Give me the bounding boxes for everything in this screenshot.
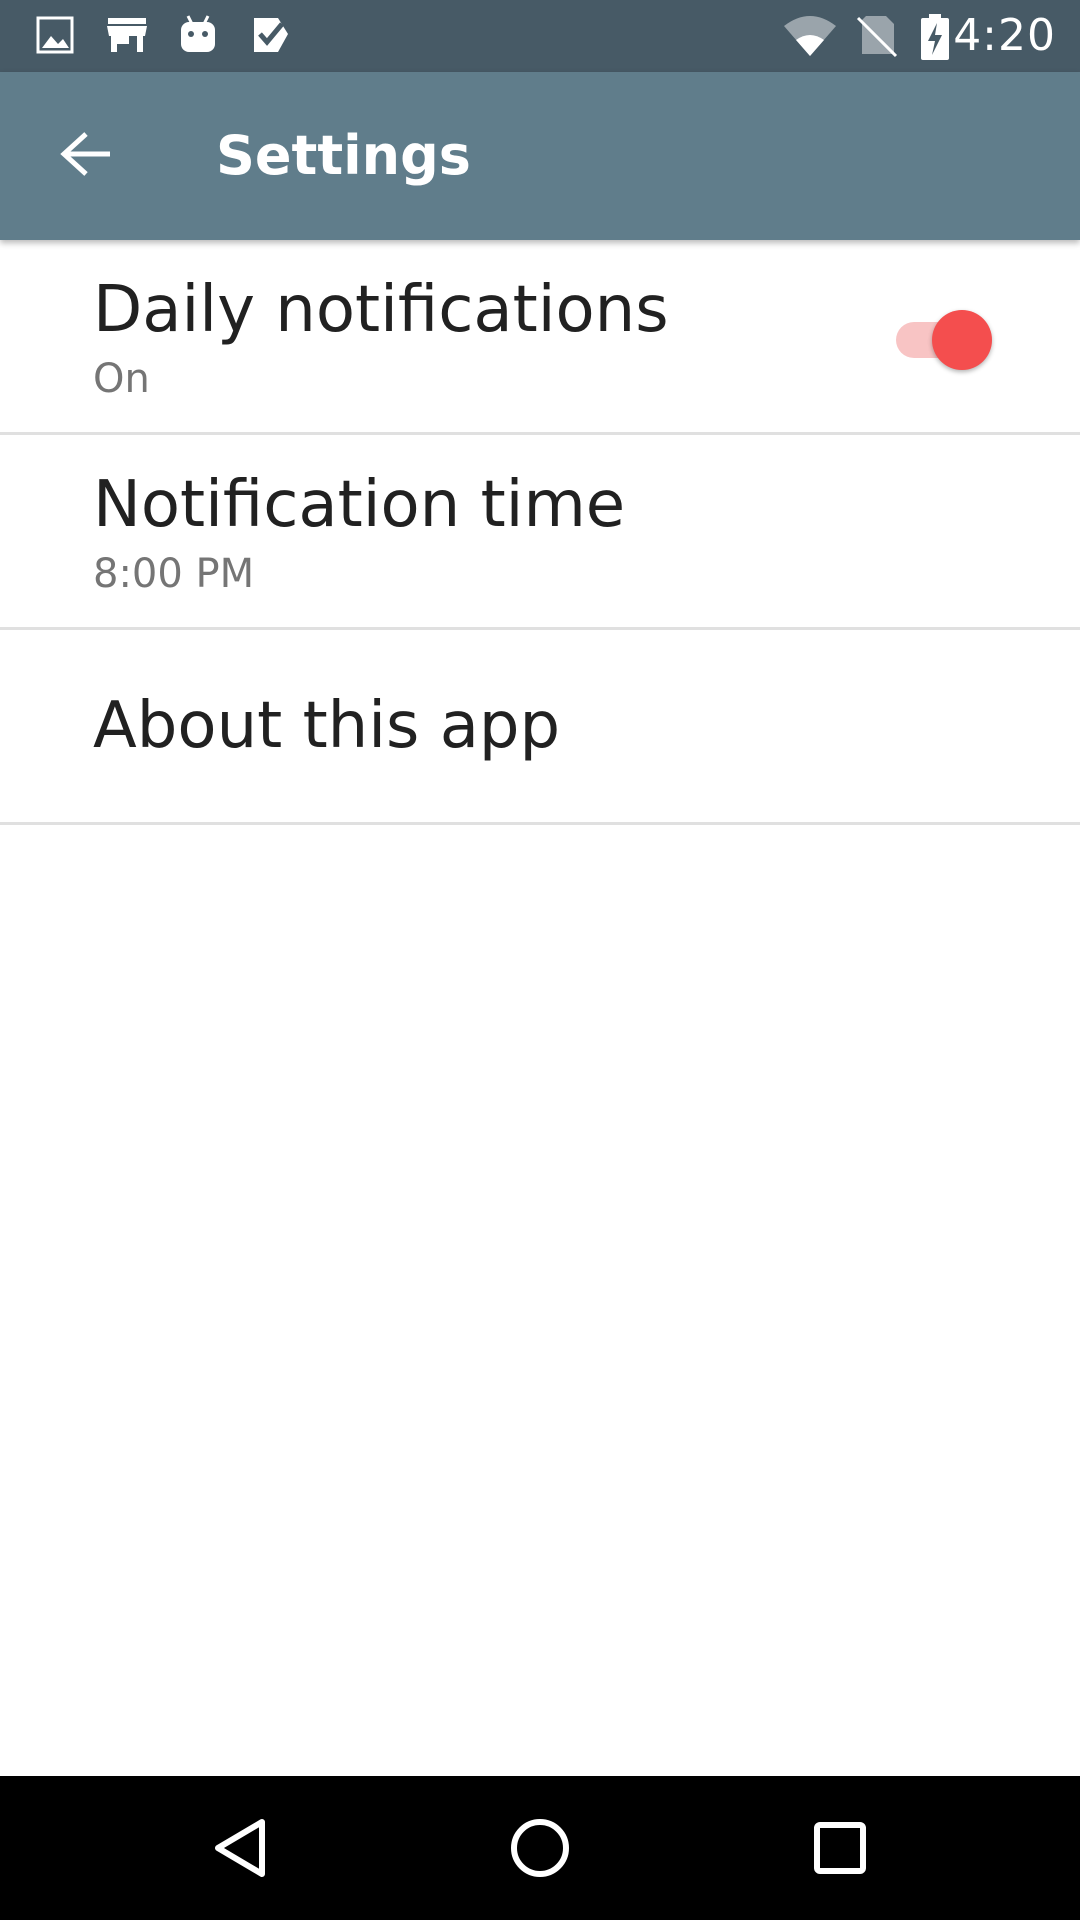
pref-title: About this app — [93, 689, 561, 763]
store-icon — [106, 14, 148, 60]
status-bar: 4:20 — [0, 0, 1080, 72]
navigation-bar — [0, 1776, 1080, 1920]
back-icon — [190, 1819, 290, 1902]
back-button[interactable] — [38, 108, 134, 204]
android-icon — [178, 14, 218, 60]
pref-summary: 8:00 PM — [93, 551, 255, 597]
arrow-back-icon — [60, 130, 112, 182]
switch-thumb — [932, 310, 992, 370]
task-check-icon — [250, 14, 292, 60]
status-time: 4:20 — [953, 10, 1056, 61]
home-icon — [490, 1819, 590, 1902]
page-title: Settings — [216, 124, 471, 187]
image-icon — [36, 14, 74, 60]
pref-about[interactable]: About this app — [0, 630, 1080, 825]
settings-list: Daily notifications On Notification time… — [0, 240, 1080, 825]
pref-daily-notifications[interactable]: Daily notifications On — [0, 240, 1080, 435]
recents-icon — [790, 1822, 890, 1902]
wifi-icon — [782, 14, 838, 62]
pref-notification-time[interactable]: Notification time 8:00 PM — [0, 435, 1080, 630]
nav-recents-button[interactable] — [790, 1798, 890, 1898]
battery-charging-icon — [920, 14, 950, 64]
daily-notifications-switch[interactable] — [896, 310, 992, 370]
no-sim-icon — [856, 14, 898, 62]
nav-home-button[interactable] — [490, 1798, 590, 1898]
pref-title: Daily notifications — [93, 273, 669, 347]
pref-title: Notification time — [93, 468, 626, 542]
pref-summary: On — [93, 356, 150, 402]
nav-back-button[interactable] — [190, 1798, 290, 1898]
app-bar: Settings — [0, 72, 1080, 240]
